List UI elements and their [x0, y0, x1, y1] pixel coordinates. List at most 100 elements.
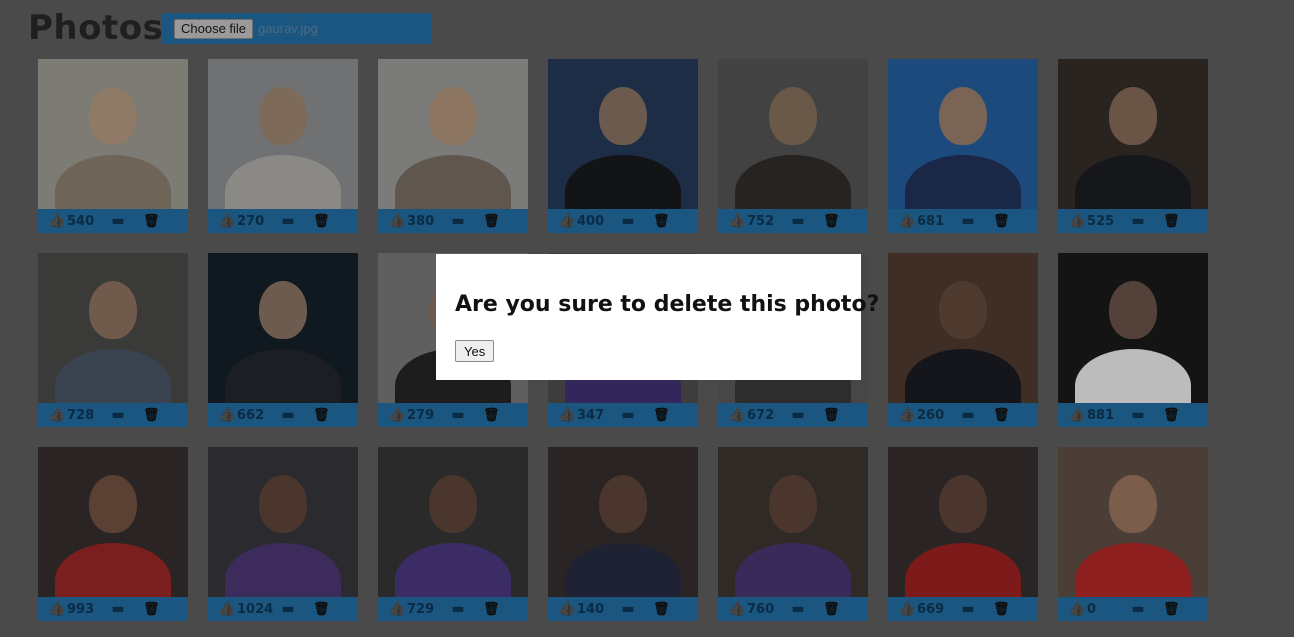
thumbs-up-icon[interactable]: 👍 — [48, 601, 66, 617]
trash-icon[interactable]: 🗑 — [1163, 408, 1180, 423]
comment-icon[interactable]: ▬ — [957, 213, 979, 229]
trash-icon[interactable]: 🗑 — [993, 602, 1010, 617]
comment-icon[interactable]: ▬ — [617, 213, 639, 229]
delete-confirm-dialog: Are you sure to delete this photo? Yes — [436, 254, 879, 380]
photo-thumbnail[interactable] — [1058, 447, 1208, 597]
thumbs-up-icon[interactable]: 👍 — [388, 407, 406, 423]
photo-subject-head — [769, 87, 817, 145]
like-count: 881 — [1087, 407, 1115, 423]
confirm-yes-button[interactable]: Yes — [455, 340, 495, 362]
comment-icon[interactable]: ▬ — [277, 407, 299, 423]
photo-subject-head — [89, 281, 137, 339]
thumbs-up-icon[interactable]: 👍 — [898, 407, 916, 423]
thumbs-up-icon[interactable]: 👍 — [898, 601, 916, 617]
trash-icon[interactable]: 🗑 — [993, 214, 1010, 229]
trash-icon[interactable]: 🗑 — [653, 602, 670, 617]
comment-icon[interactable]: ▬ — [957, 407, 979, 423]
thumbs-up-icon[interactable]: 👍 — [558, 407, 576, 423]
trash-icon[interactable]: 🗑 — [993, 408, 1010, 423]
trash-icon[interactable]: 🗑 — [653, 408, 670, 423]
thumbs-up-icon[interactable]: 👍 — [1068, 601, 1086, 617]
photo-subject-head — [939, 281, 987, 339]
photo-thumbnail[interactable] — [378, 59, 528, 209]
thumbs-up-icon[interactable]: 👍 — [218, 407, 236, 423]
photo-thumbnail[interactable] — [1058, 59, 1208, 209]
comment-icon[interactable]: ▬ — [617, 407, 639, 423]
photo-thumbnail[interactable] — [1058, 253, 1208, 403]
thumbs-up-icon[interactable]: 👍 — [728, 213, 746, 229]
photo-thumbnail[interactable] — [548, 447, 698, 597]
thumbs-up-icon[interactable]: 👍 — [1068, 407, 1086, 423]
comment-icon[interactable]: ▬ — [447, 601, 469, 617]
thumbs-up-icon[interactable]: 👍 — [388, 213, 406, 229]
thumbs-up-icon[interactable]: 👍 — [728, 601, 746, 617]
comment-icon[interactable]: ▬ — [1127, 213, 1149, 229]
trash-icon[interactable]: 🗑 — [823, 214, 840, 229]
comment-icon[interactable]: ▬ — [277, 601, 299, 617]
trash-icon[interactable]: 🗑 — [823, 602, 840, 617]
photo-thumbnail[interactable] — [888, 253, 1038, 403]
photo-thumbnail[interactable] — [208, 253, 358, 403]
trash-icon[interactable]: 🗑 — [483, 408, 500, 423]
choose-file-button[interactable]: Choose file — [174, 18, 254, 39]
comment-icon[interactable]: ▬ — [107, 407, 129, 423]
photo-thumbnail[interactable] — [38, 59, 188, 209]
comment-icon[interactable]: ▬ — [107, 213, 129, 229]
trash-icon[interactable]: 🗑 — [143, 602, 160, 617]
trash-icon[interactable]: 🗑 — [823, 408, 840, 423]
photo-thumbnail[interactable] — [38, 447, 188, 597]
photo-thumbnail[interactable] — [378, 447, 528, 597]
comment-icon[interactable]: ▬ — [447, 213, 469, 229]
thumbs-up-icon[interactable]: 👍 — [218, 213, 236, 229]
photo-subject-head — [259, 281, 307, 339]
photo-thumbnail[interactable] — [888, 447, 1038, 597]
like-count: 347 — [577, 407, 605, 423]
trash-icon[interactable]: 🗑 — [653, 214, 670, 229]
photo-thumbnail[interactable] — [208, 447, 358, 597]
thumbs-up-icon[interactable]: 👍 — [898, 213, 916, 229]
thumbs-up-icon[interactable]: 👍 — [1068, 213, 1086, 229]
trash-icon[interactable]: 🗑 — [143, 408, 160, 423]
trash-icon[interactable]: 🗑 — [483, 602, 500, 617]
photo-thumbnail[interactable] — [888, 59, 1038, 209]
comment-icon[interactable]: ▬ — [1127, 601, 1149, 617]
like-count: 662 — [237, 407, 265, 423]
trash-icon[interactable]: 🗑 — [313, 602, 330, 617]
thumbs-up-icon[interactable]: 👍 — [218, 601, 236, 617]
photo-thumbnail[interactable] — [548, 59, 698, 209]
trash-icon[interactable]: 🗑 — [1163, 214, 1180, 229]
thumbs-up-icon[interactable]: 👍 — [728, 407, 746, 423]
photo-action-bar: 👍 760 ▬ 🗑 — [718, 597, 868, 621]
trash-icon[interactable]: 🗑 — [483, 214, 500, 229]
comment-icon[interactable]: ▬ — [617, 601, 639, 617]
comment-icon[interactable]: ▬ — [787, 407, 809, 423]
photo-action-bar: 👍 540 ▬ 🗑 — [38, 209, 188, 233]
photo-subject-body — [1075, 349, 1191, 403]
thumbs-up-icon[interactable]: 👍 — [558, 601, 576, 617]
comment-icon[interactable]: ▬ — [277, 213, 299, 229]
trash-icon[interactable]: 🗑 — [1163, 602, 1180, 617]
photo-thumbnail[interactable] — [718, 59, 868, 209]
trash-icon[interactable]: 🗑 — [313, 408, 330, 423]
trash-icon[interactable]: 🗑 — [313, 214, 330, 229]
photo-subject-head — [89, 87, 137, 145]
comment-icon[interactable]: ▬ — [957, 601, 979, 617]
photo-thumbnail[interactable] — [718, 447, 868, 597]
comment-icon[interactable]: ▬ — [787, 601, 809, 617]
comment-icon[interactable]: ▬ — [787, 213, 809, 229]
thumbs-up-icon[interactable]: 👍 — [48, 407, 66, 423]
page-header: Photos Choose file gaurav.jpg — [28, 8, 432, 48]
photo-subject-body — [55, 155, 171, 209]
comment-icon[interactable]: ▬ — [447, 407, 469, 423]
photo-thumbnail[interactable] — [208, 59, 358, 209]
trash-icon[interactable]: 🗑 — [143, 214, 160, 229]
file-upload-field[interactable]: Choose file gaurav.jpg — [162, 13, 432, 44]
photo-card: 👍 140 ▬ 🗑 — [548, 447, 698, 621]
photo-thumbnail[interactable] — [38, 253, 188, 403]
comment-icon[interactable]: ▬ — [107, 601, 129, 617]
comment-icon[interactable]: ▬ — [1127, 407, 1149, 423]
thumbs-up-icon[interactable]: 👍 — [558, 213, 576, 229]
photo-card: 👍 881 ▬ 🗑 — [1058, 253, 1208, 427]
thumbs-up-icon[interactable]: 👍 — [388, 601, 406, 617]
thumbs-up-icon[interactable]: 👍 — [48, 213, 66, 229]
